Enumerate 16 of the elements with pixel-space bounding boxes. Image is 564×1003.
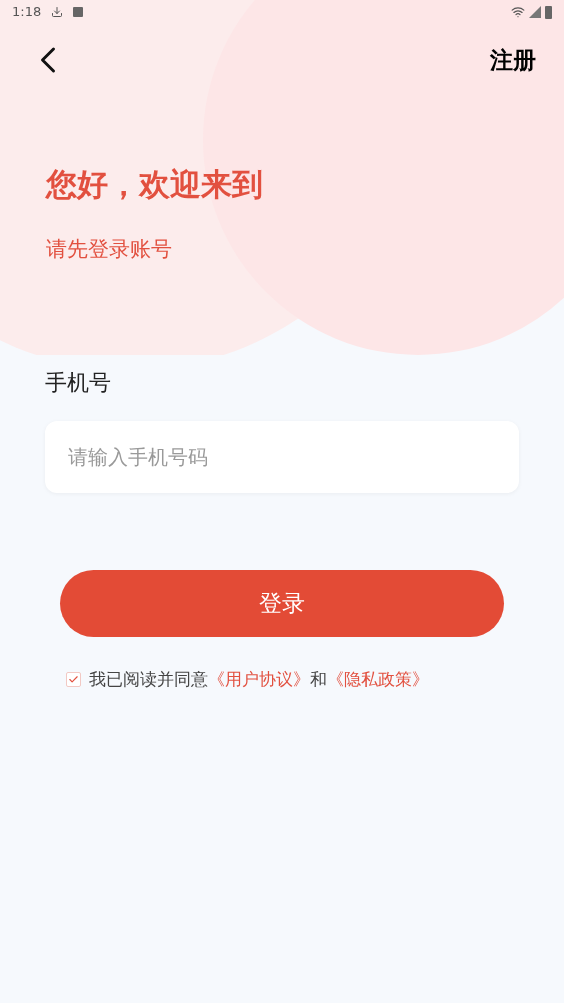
- check-icon: [68, 673, 79, 685]
- login-button[interactable]: 登录: [60, 569, 504, 637]
- agreement-text: 我已阅读并同意《用户协议》和《隐私政策》: [89, 667, 429, 691]
- phone-label: 手机号: [45, 368, 112, 397]
- status-time: 1:18: [12, 3, 42, 22]
- agree-checkbox[interactable]: [66, 671, 81, 687]
- phone-input-field[interactable]: 请输入手机号码: [45, 420, 519, 493]
- welcome-title: 您好，欢迎来到: [46, 165, 264, 204]
- download-icon: [51, 6, 64, 18]
- battery-icon: [545, 5, 552, 19]
- user-agreement-link[interactable]: 《用户协议》: [208, 668, 310, 689]
- privacy-policy-link[interactable]: 《隐私政策》: [327, 668, 429, 689]
- wifi-icon: [511, 5, 525, 19]
- welcome-subtitle: 请先登录账号: [46, 236, 173, 263]
- register-button[interactable]: 注册: [490, 42, 536, 78]
- signal-icon: [529, 6, 541, 18]
